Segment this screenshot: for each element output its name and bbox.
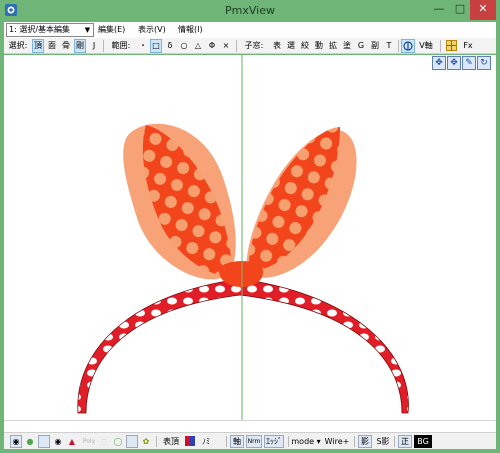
edit-mode-value: 1: 選択/基本編集 <box>9 25 71 34</box>
select-bone-button[interactable]: 骨 <box>60 39 72 53</box>
title-bar[interactable]: PmxView — □ ✕ <box>0 0 500 22</box>
toolbar: 選択: 頂 面 骨 剛 J 範囲: ・ □ δ ○ △ Φ × 子窓: 表 選 … <box>4 38 496 54</box>
status-strip <box>4 420 496 432</box>
window-title: PmxView <box>225 4 275 17</box>
faded-icon[interactable]: ◌ <box>98 435 110 448</box>
toolbar-divider <box>440 40 441 52</box>
fx-button[interactable]: Fx <box>460 39 476 53</box>
axis-toggle-button[interactable] <box>401 39 415 53</box>
model-render <box>77 55 409 420</box>
bottom-divider <box>156 436 157 447</box>
minimize-button[interactable]: — <box>428 0 450 20</box>
ortho-toggle[interactable]: 正 <box>398 435 412 448</box>
select-joint-button[interactable]: J <box>88 39 100 53</box>
grid-icon[interactable] <box>444 39 458 53</box>
subwindow-move-button[interactable]: 動 <box>313 39 325 53</box>
subwindow-select-button[interactable]: 選 <box>285 39 297 53</box>
wire-plus-button[interactable]: Wire+ <box>324 435 350 448</box>
blank-toggle-icon[interactable] <box>38 435 50 448</box>
radio-icon[interactable]: ◉ <box>52 435 64 448</box>
toolbar-divider <box>398 40 399 52</box>
edit-mode-select[interactable]: 1: 選択/基本編集 ▼ <box>6 23 94 37</box>
subwindow-t-button[interactable]: T <box>383 39 395 53</box>
toolbar-divider <box>103 40 104 52</box>
menu-bar: 1: 選択/基本編集 ▼ 編集(E) 表示(V) 情報(I) <box>4 22 496 38</box>
bottom-divider <box>288 436 289 447</box>
normal-toggle[interactable]: Nrm <box>246 435 262 448</box>
subwindow-table-button[interactable]: 表 <box>271 39 283 53</box>
axis-toggle[interactable]: 軸 <box>230 435 244 448</box>
3d-viewport[interactable]: ✥ ✥ ✎ ↻ <box>4 55 496 420</box>
toolbar-divider <box>236 40 237 52</box>
bottom-divider <box>394 436 395 447</box>
red-triangle-icon[interactable]: ▲ <box>66 435 78 448</box>
green-dot-icon[interactable]: ● <box>24 435 36 448</box>
shadow-toggle[interactable]: 影 <box>358 435 372 448</box>
vertex-display-label[interactable]: 表頂 <box>160 435 182 448</box>
color-swatch-icon[interactable] <box>184 435 196 448</box>
subwindow-paint-button[interactable]: 塗 <box>341 39 353 53</box>
headband-shape <box>77 278 409 414</box>
self-shadow-toggle[interactable]: S影 <box>374 435 392 448</box>
edge-toggle[interactable]: ｴｯｼﾞ <box>264 435 284 448</box>
subwindow-sub-button[interactable]: 副 <box>369 39 381 53</box>
bottom-divider <box>354 436 355 447</box>
mode-dropdown[interactable]: mode ▾ <box>290 435 322 448</box>
grid-glyph-icon <box>445 40 457 51</box>
leaf-icon[interactable]: ✿ <box>140 435 152 448</box>
v-axis-button[interactable]: V軸 <box>416 39 436 53</box>
range-triangle-button[interactable]: △ <box>192 39 204 53</box>
menu-view[interactable]: 表示(V) <box>138 24 166 36</box>
bottom-toolbar: ◉ ● ◉ ▲ Poly ◌ ◯ ✿ 表頂 ﾉﾐ 軸 Nrm ｴｯｼﾞ mode… <box>4 432 496 449</box>
range-label: 範囲: <box>111 41 131 50</box>
green-ring-icon[interactable]: ◯ <box>112 435 124 448</box>
bottom-divider <box>226 436 227 447</box>
no-label[interactable]: ﾉﾐ <box>198 435 214 448</box>
select-face-button[interactable]: 面 <box>46 39 58 53</box>
range-circle-button[interactable]: ○ <box>178 39 190 53</box>
maximize-button[interactable]: □ <box>450 0 470 20</box>
subwindow-g-button[interactable]: G <box>355 39 367 53</box>
page-icon[interactable] <box>126 435 138 448</box>
menu-info[interactable]: 情報(I) <box>178 24 203 36</box>
axis-circle-icon <box>403 41 413 51</box>
subwindow-filter-button[interactable]: 絞 <box>299 39 311 53</box>
select-label: 選択: <box>8 41 28 50</box>
close-button[interactable]: ✕ <box>470 0 496 20</box>
range-delta-button[interactable]: δ <box>164 39 176 53</box>
range-point-button[interactable]: ・ <box>138 39 148 53</box>
subwindow-label: 子窓: <box>244 41 264 50</box>
range-clear-button[interactable]: × <box>220 39 232 53</box>
chevron-down-icon: ▼ <box>84 26 91 34</box>
poly-icon[interactable]: Poly <box>82 435 96 448</box>
range-phi-button[interactable]: Φ <box>206 39 218 53</box>
range-rect-button[interactable]: □ <box>150 39 162 53</box>
pin-icon[interactable]: ◉ <box>10 435 22 448</box>
subwindow-scale-button[interactable]: 拡 <box>327 39 339 53</box>
select-vertex-button[interactable]: 頂 <box>32 39 44 53</box>
app-window: PmxView — □ ✕ 1: 選択/基本編集 ▼ 編集(E) 表示(V) 情… <box>0 0 500 453</box>
swatch-glyph-icon <box>185 436 195 446</box>
menu-edit[interactable]: 編集(E) <box>98 24 125 36</box>
select-rigid-button[interactable]: 剛 <box>74 39 86 53</box>
background-toggle[interactable]: BG <box>414 435 432 448</box>
